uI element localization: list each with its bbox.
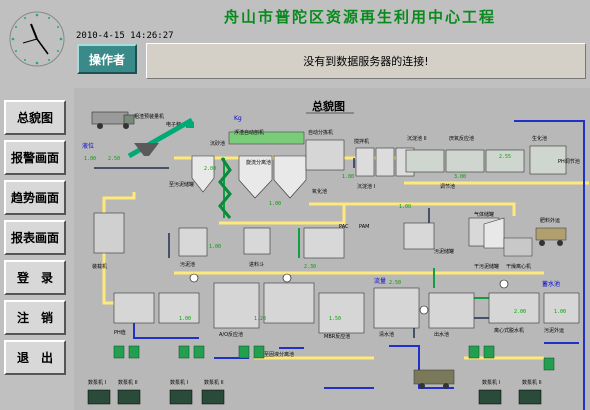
- storage-label: 至污泥储罐: [169, 181, 194, 188]
- sediment1-label: 沉淀池 I: [357, 183, 375, 190]
- value-1: 1.00: [84, 156, 96, 162]
- sediment-tank-label: 生化池: [532, 135, 547, 142]
- pump-label-4: 数泵机 II: [204, 379, 224, 386]
- value-7: 3.00: [454, 174, 466, 180]
- process-svg: 总貌图 粗渣预装量机 电子秤 Kg 液位 1.00 2.50 浮渣自动剖机 沉砂…: [82, 99, 589, 410]
- mixer-tanks: [355, 147, 415, 177]
- nav-trend-button[interactable]: 趋势画面: [4, 180, 66, 215]
- sludge-disposal-label: 污泥外运: [544, 327, 564, 334]
- sludge-pool-label: 污泥池: [180, 261, 195, 268]
- mixer-label: 搅拌机: [354, 138, 369, 145]
- gas-store-label: 气体储罐: [474, 211, 494, 218]
- ao-label: A/O反应池: [219, 331, 243, 338]
- sludge-tank-label: 污泥储罐: [434, 248, 454, 255]
- ph-adjust-label: PH调节池: [558, 158, 580, 165]
- clear-label: 清水池: [379, 331, 394, 338]
- value-4: 1.00: [269, 201, 281, 207]
- truck-icon: [91, 111, 135, 129]
- conveyor-head: [186, 122, 194, 128]
- value-13: 1.20: [254, 316, 266, 322]
- datetime-display: 2010-4-15 14:26:27: [76, 31, 174, 41]
- sedtank-label: 旋流分离池: [246, 159, 271, 166]
- value-6: 1.00: [399, 204, 411, 210]
- intake-label: 进料斗: [249, 261, 264, 268]
- float-separator-label: 浮渣自动剖机: [234, 129, 264, 136]
- sediment2-label: 沉淀池 II: [407, 135, 427, 142]
- blower-icons: [87, 389, 542, 405]
- centrifuge-label: 干燥离心机: [506, 263, 531, 270]
- value-11: 1.00: [179, 316, 191, 322]
- kg-label: Kg: [234, 115, 242, 122]
- value-2: 2.50: [108, 156, 120, 162]
- fertilizer-label: 肥料外运: [540, 217, 560, 224]
- value-3: 2.00: [204, 166, 216, 172]
- value-16: 1.00: [554, 309, 566, 315]
- grit-label: 沉砂池: [210, 140, 225, 147]
- flow-label: 流量: [374, 277, 386, 285]
- fertilizer-truck-icon: [535, 227, 567, 246]
- operator-button[interactable]: 操作者: [77, 44, 137, 74]
- pam-label: PAM: [359, 224, 369, 230]
- nav-exit-button[interactable]: 退 出: [4, 340, 66, 375]
- status-message: 没有到数据服务器的连接!: [146, 43, 586, 79]
- pac-label: PAC: [339, 224, 349, 230]
- top-bar: 舟山市普陀区资源再生利用中心工程 2010-4-15 14:26:27 操作者 …: [0, 0, 590, 88]
- nav-logout-button[interactable]: 注 销: [4, 300, 66, 335]
- truck-label: 粗渣预装量机: [134, 113, 164, 120]
- nav-report-button[interactable]: 报表画面: [4, 220, 66, 255]
- value-9: 1.00: [209, 244, 221, 250]
- loading-label: 装载机: [92, 263, 107, 270]
- value-12: 2.50: [389, 280, 401, 286]
- pump-label-3: 数泵机 I: [170, 379, 188, 386]
- reactor-tanks: [405, 145, 567, 175]
- sludge-truck-icon: [413, 369, 455, 389]
- value-15: 2.00: [514, 309, 526, 315]
- dehyd-label: 离心式脱水机: [494, 327, 524, 334]
- analog-clock: [9, 11, 65, 67]
- process-diagram: 总貌图 粗渣预装量机 电子秤 Kg 液位 1.00 2.50 浮渣自动剖机 沉砂…: [74, 88, 590, 410]
- ammonia-label: 厌氧反应池: [449, 135, 474, 142]
- liquor-label: 出水池: [434, 331, 449, 338]
- diagram-title: 总貌图: [312, 99, 345, 113]
- pump-label-2: 数泵机 II: [118, 379, 138, 386]
- sludge-store-label: 干污泥储罐: [474, 263, 499, 270]
- pump-label-5: 数泵机 I: [482, 379, 500, 386]
- liquid-level-label: 液位: [82, 142, 94, 150]
- value-10: 2.30: [304, 264, 316, 270]
- value-5: 1.80: [342, 174, 354, 180]
- pump-label-6: 数泵机 II: [522, 379, 542, 386]
- auto-separator: [305, 139, 345, 171]
- nav-alarm-button[interactable]: 报警画面: [4, 140, 66, 175]
- nav-login-button[interactable]: 登 录: [4, 260, 66, 295]
- value-14: 1.50: [329, 316, 341, 322]
- centrifuge-icon: [503, 237, 533, 257]
- gauge-label: 蓄水池: [542, 280, 560, 288]
- oxidation-label: 氧化池: [312, 188, 327, 195]
- ph-val-label: PH值: [114, 329, 126, 336]
- pump-label-1: 数泵机 I: [88, 379, 106, 386]
- auto-separator-label: 自动分拣机: [308, 129, 333, 136]
- value-8: 2.55: [499, 154, 511, 160]
- page-title: 舟山市普陀区资源再生利用中心工程: [223, 8, 496, 26]
- nav-overview-button[interactable]: 总貌图: [4, 100, 66, 135]
- conveyor-belt: [127, 117, 194, 159]
- storage-tank-left: [93, 212, 125, 254]
- sidebar-nav: 总貌图 报警画面 趋势画面 报表画面 登 录 注 销 退 出: [0, 88, 74, 410]
- mbr-label: MBR反应池: [324, 333, 350, 340]
- ras-label: 至固液分离池: [264, 351, 294, 358]
- bottom-tanks: [113, 282, 580, 334]
- regulate-label: 调节池: [440, 183, 455, 190]
